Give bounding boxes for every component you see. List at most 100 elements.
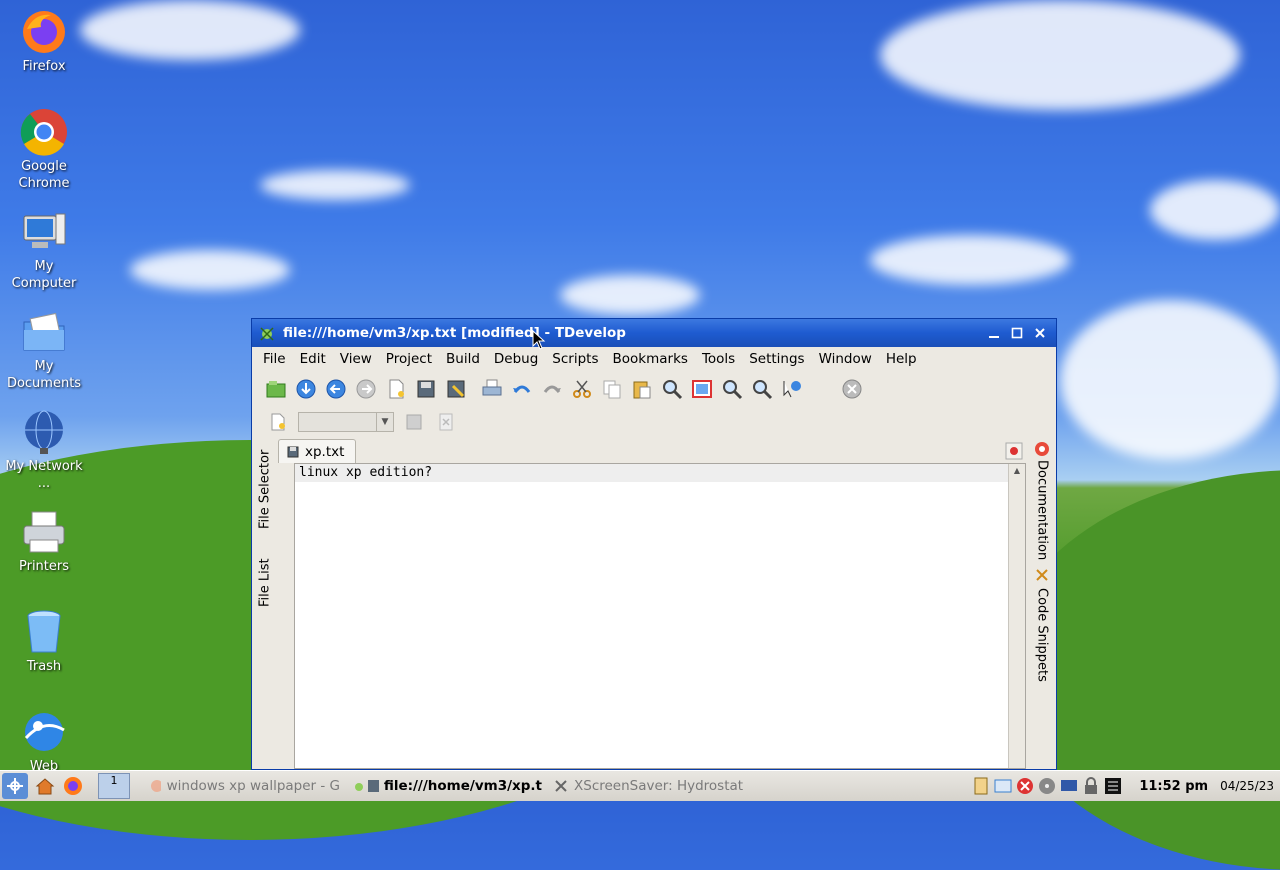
menu-file[interactable]: File — [256, 351, 293, 367]
forward-button[interactable] — [354, 377, 378, 401]
zoom-in-button[interactable] — [720, 377, 744, 401]
code-snippets-icon — [1034, 567, 1050, 583]
network-globe-icon — [20, 408, 68, 456]
back-arrow-icon — [326, 379, 346, 399]
close-file-button[interactable] — [434, 410, 458, 434]
task-tdevelop[interactable]: file:///home/vm3/xp.t — [346, 773, 548, 799]
firefox-icon — [64, 777, 82, 795]
paste-button[interactable] — [630, 377, 654, 401]
close-icon — [1035, 328, 1045, 338]
close-tab-icon — [1005, 442, 1023, 460]
whats-this-icon — [783, 381, 801, 398]
klipper-icon[interactable] — [971, 776, 991, 796]
lock-icon[interactable] — [1081, 776, 1101, 796]
display-icon[interactable] — [1059, 776, 1079, 796]
desktop-icon-my-documents[interactable]: My Documents — [4, 308, 84, 392]
x-icon — [555, 780, 567, 792]
save-button[interactable] — [414, 377, 438, 401]
stop-button[interactable] — [840, 377, 864, 401]
menu-settings[interactable]: Settings — [742, 351, 811, 367]
tab-file-selector[interactable]: File Selector — [255, 439, 275, 539]
download-button[interactable] — [294, 377, 318, 401]
open-project-button[interactable] — [264, 377, 288, 401]
paste-icon — [633, 381, 651, 399]
desktop-icon-label: Printers — [18, 559, 70, 574]
undo-button[interactable] — [510, 377, 534, 401]
firefox-launcher-button[interactable] — [60, 773, 86, 799]
desktop-icon-firefox[interactable]: Firefox — [4, 8, 84, 75]
desktop-icon-web[interactable]: Web — [4, 708, 84, 775]
desktop-pager[interactable]: 1 — [98, 773, 130, 799]
back-button[interactable] — [324, 377, 348, 401]
tab-documentation[interactable]: Documentation — [1031, 459, 1053, 561]
minimize-button[interactable] — [984, 324, 1004, 342]
stop-icon — [842, 379, 862, 399]
vertical-scrollbar[interactable]: ▲ — [1008, 464, 1025, 768]
zoom-out-button[interactable] — [750, 377, 774, 401]
computer-icon — [20, 208, 68, 256]
text-editor[interactable]: linux xp edition? ▲ — [294, 463, 1026, 769]
menu-view[interactable]: View — [333, 351, 379, 367]
forward-arrow-icon — [356, 379, 376, 399]
chevron-down-icon: ▼ — [376, 413, 393, 431]
task-xscreensaver[interactable]: XScreenSaver: Hydrostat — [548, 773, 755, 799]
window-title: file:///home/vm3/xp.txt [modified] - TDe… — [283, 325, 626, 341]
home-button[interactable] — [32, 773, 58, 799]
clock-date[interactable]: 04/25/23 — [1220, 779, 1274, 793]
save-icon — [367, 780, 379, 792]
tab-xp-txt[interactable]: xp.txt — [278, 439, 356, 463]
menu-build[interactable]: Build — [439, 351, 487, 367]
task-browser[interactable]: windows xp wallpaper - G — [144, 773, 346, 799]
print-button[interactable] — [480, 377, 504, 401]
class-selector-combo[interactable]: ▼ — [298, 412, 394, 432]
copy-button[interactable] — [600, 377, 624, 401]
fullscreen-button[interactable] — [690, 377, 714, 401]
printer-icon — [20, 508, 68, 556]
zoom-in-icon — [723, 380, 743, 400]
save-icon — [287, 446, 299, 457]
close-button[interactable] — [1030, 324, 1050, 342]
menu-project[interactable]: Project — [379, 351, 439, 367]
desktop-icon-my-network[interactable]: My Network ... — [4, 408, 84, 492]
clock-time[interactable]: 11:52 pm — [1139, 779, 1208, 794]
firefox-icon — [20, 8, 68, 56]
menu-bar: File Edit View Project Build Debug Scrip… — [252, 347, 1056, 371]
cut-button[interactable] — [570, 377, 594, 401]
desktop-icon-chrome[interactable]: Google Chrome — [4, 108, 84, 192]
disc-icon[interactable] — [1037, 776, 1057, 796]
maximize-button[interactable] — [1007, 324, 1027, 342]
system-tray: 11:52 pm 04/25/23 — [971, 776, 1280, 796]
window-titlebar[interactable]: file:///home/vm3/xp.txt [modified] - TDe… — [252, 319, 1056, 347]
save-all-button[interactable] — [444, 377, 468, 401]
print-icon — [482, 379, 502, 396]
menu-tools[interactable]: Tools — [695, 351, 742, 367]
menu-edit[interactable]: Edit — [293, 351, 333, 367]
menu-scripts[interactable]: Scripts — [545, 351, 605, 367]
tab-code-snippets[interactable]: Code Snippets — [1031, 585, 1053, 685]
maximize-icon — [1011, 327, 1023, 339]
new-file-button[interactable] — [384, 377, 408, 401]
menu-help[interactable]: Help — [879, 351, 924, 367]
main-toolbar — [252, 371, 1056, 407]
close-tab-button[interactable] — [1004, 441, 1024, 461]
desktop-icon-trash[interactable]: Trash — [4, 608, 84, 675]
save-disabled-button[interactable] — [402, 410, 426, 434]
screenshot-icon[interactable] — [993, 776, 1013, 796]
menu-debug[interactable]: Debug — [487, 351, 545, 367]
new-class-button[interactable] — [266, 410, 290, 434]
scroll-up-icon[interactable]: ▲ — [1009, 464, 1025, 478]
whats-this-button[interactable] — [780, 377, 804, 401]
redo-button[interactable] — [540, 377, 564, 401]
desktop-icon-printers[interactable]: Printers — [4, 508, 84, 575]
home-icon — [35, 778, 55, 795]
find-button[interactable] — [660, 377, 684, 401]
menu-bookmarks[interactable]: Bookmarks — [606, 351, 695, 367]
tab-label: Code Snippets — [1034, 588, 1050, 682]
tab-file-list[interactable]: File List — [255, 543, 275, 623]
network-error-icon[interactable] — [1015, 776, 1035, 796]
terminal-icon[interactable] — [1103, 776, 1123, 796]
menu-window[interactable]: Window — [812, 351, 879, 367]
tab-label: File Selector — [257, 449, 273, 529]
start-menu-button[interactable] — [2, 773, 28, 799]
desktop-icon-my-computer[interactable]: My Computer — [4, 208, 84, 292]
